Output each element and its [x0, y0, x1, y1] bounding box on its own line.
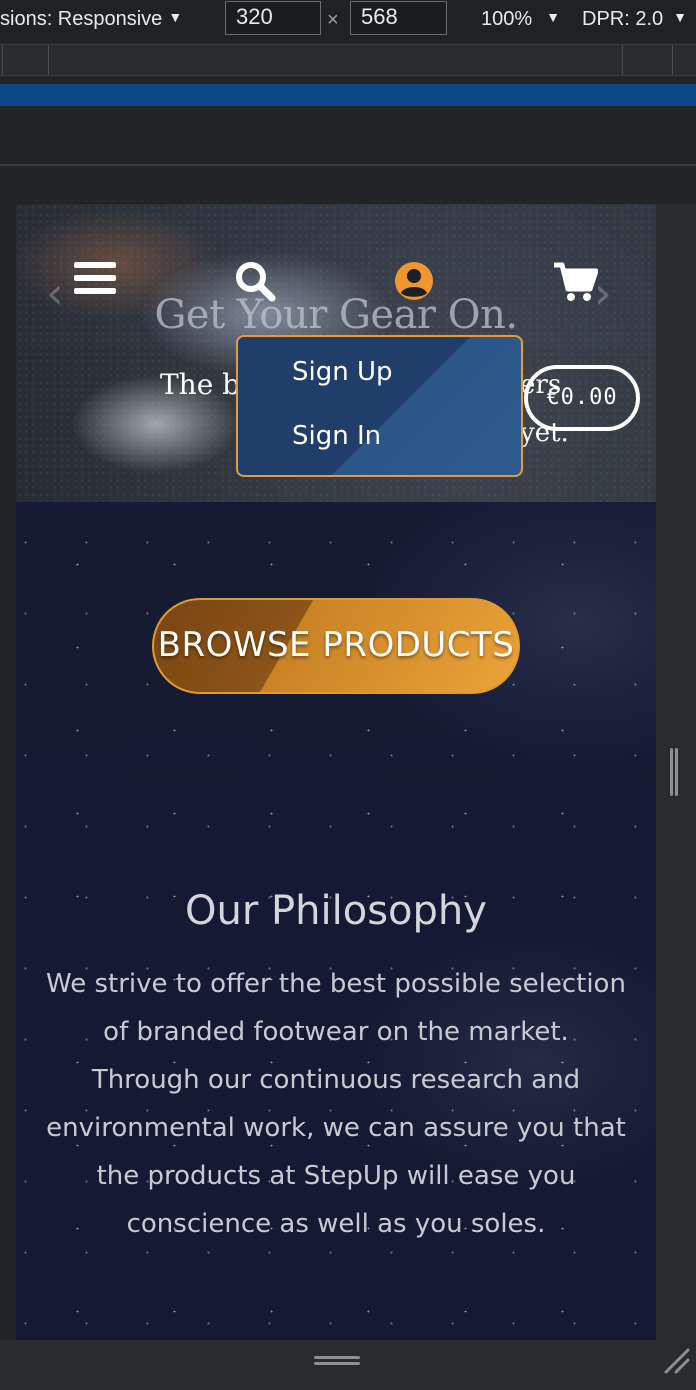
caret-down-icon: ▼ [673, 9, 688, 25]
browse-products-button[interactable]: BROWSE PRODUCTS [152, 598, 520, 694]
dimensions-select[interactable]: sions: Responsive ▼ [0, 8, 182, 31]
media-query-ruler[interactable] [0, 44, 696, 76]
philosophy-section: BROWSE PRODUCTS Our Philosophy We strive… [16, 502, 656, 1340]
philosophy-title: Our Philosophy [185, 888, 487, 934]
hamburger-menu-icon[interactable] [74, 262, 116, 300]
philosophy-text: We strive to offer the best possible sel… [46, 969, 626, 1239]
resize-height-handle[interactable] [314, 1356, 360, 1366]
height-input[interactable]: 568 [350, 1, 447, 35]
hero-subtitle-left: The b [160, 368, 241, 401]
shopping-cart-icon[interactable] [552, 261, 599, 307]
search-icon[interactable] [234, 260, 276, 306]
caret-down-icon: ▼ [168, 9, 183, 25]
resize-width-handle[interactable] [670, 748, 680, 798]
zoom-select[interactable]: 100% ▼ [481, 8, 560, 31]
user-circle-icon[interactable] [394, 261, 434, 305]
cart-total-button[interactable]: €0.00 [524, 365, 640, 431]
devtools-device-toolbar: sions: Responsive ▼ 320 × 568 100% ▼ DPR: … [0, 0, 696, 40]
times-separator: × [327, 9, 339, 31]
devtools-canvas-top [0, 106, 696, 166]
dpr-value: DPR: 2.0 [582, 8, 664, 30]
device-viewport: ‹ › Get Your Gear On. The b ers yet. €0.… [16, 204, 656, 1340]
width-input[interactable]: 320 [225, 1, 321, 35]
sign-in-link[interactable]: Sign In [292, 421, 381, 451]
zoom-value: 100% [481, 8, 533, 30]
resize-corner-grip-icon[interactable] [662, 1346, 690, 1378]
caret-down-icon: ▼ [546, 9, 561, 25]
dpr-select[interactable]: DPR: 2.0 ▼ [582, 8, 687, 31]
account-dropdown-menu: Sign Up Sign In [236, 335, 523, 477]
sign-up-link[interactable]: Sign Up [292, 357, 393, 387]
media-query-bar[interactable] [0, 84, 696, 106]
dimensions-label: sions: Responsive [0, 8, 163, 30]
hero-banner: ‹ › Get Your Gear On. The b ers yet. €0.… [16, 204, 656, 502]
